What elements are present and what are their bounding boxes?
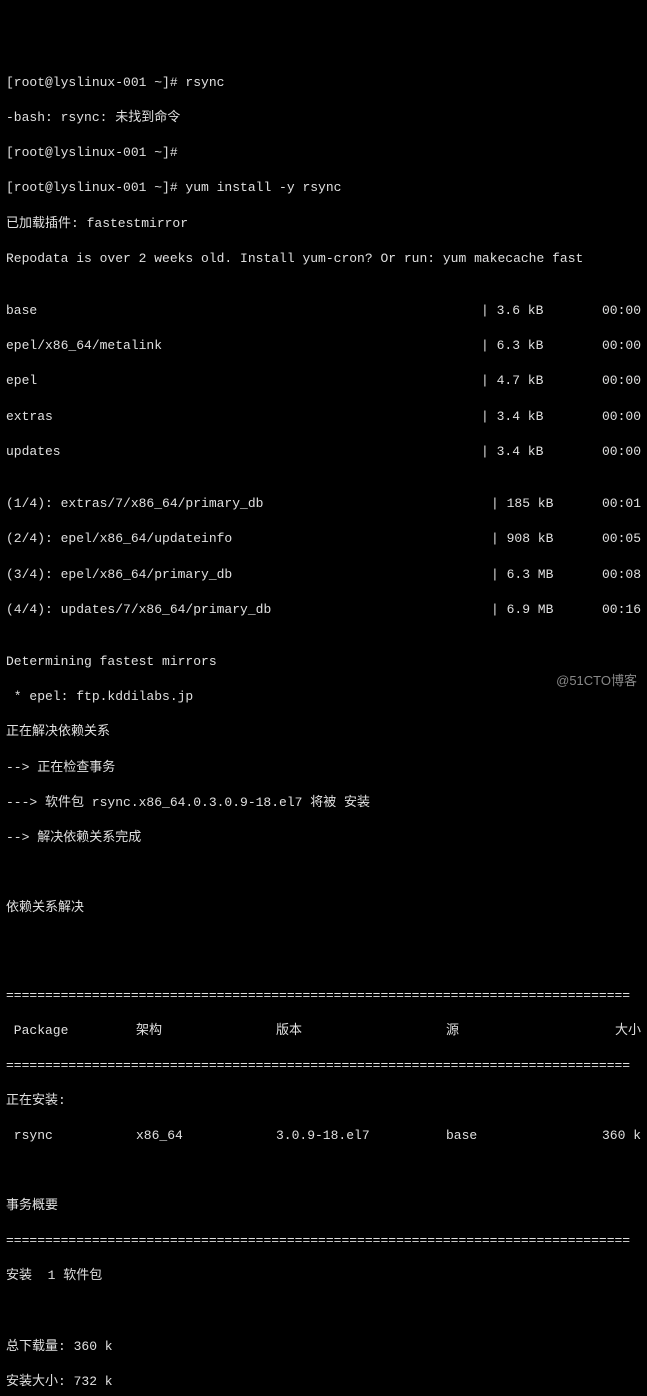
cell-arch: x86_64 <box>136 1127 276 1145</box>
download-row: (2/4): epel/x86_64/updateinfo| 908 kB00:… <box>6 530 641 548</box>
download-row: (1/4): extras/7/x86_64/primary_db| 185 k… <box>6 495 641 513</box>
repo-row: epel| 4.7 kB00:00 <box>6 372 641 390</box>
cell-repo: base <box>446 1127 596 1145</box>
dl-name: (1/4): extras/7/x86_64/primary_db <box>6 495 491 513</box>
hdr-version: 版本 <box>276 1022 446 1040</box>
repo-row: base| 3.6 kB00:00 <box>6 302 641 320</box>
blank <box>6 1302 641 1320</box>
rule: ========================================… <box>6 1057 641 1075</box>
table-row: rsync x86_64 3.0.9-18.el7 base 360 k <box>6 1127 641 1145</box>
install-size: 安装大小: 732 k <box>6 1373 641 1391</box>
repo-size: | 3.6 kB <box>481 302 581 320</box>
dep-package: ---> 软件包 rsync.x86_64.0.3.0.9-18.el7 将被 … <box>6 794 641 812</box>
watermark: @51CTO博客 <box>556 672 637 690</box>
dl-name: (2/4): epel/x86_64/updateinfo <box>6 530 491 548</box>
dl-name: (3/4): epel/x86_64/primary_db <box>6 566 491 584</box>
repodata-warning: Repodata is over 2 weeks old. Install yu… <box>6 250 641 268</box>
hdr-size: 大小 <box>596 1022 641 1040</box>
dl-size: | 908 kB <box>491 530 581 548</box>
repo-size: | 3.4 kB <box>481 443 581 461</box>
dl-size: | 6.3 MB <box>491 566 581 584</box>
repo-row: epel/x86_64/metalink| 6.3 kB00:00 <box>6 337 641 355</box>
blank <box>6 934 641 952</box>
download-row: (3/4): epel/x86_64/primary_db| 6.3 MB00:… <box>6 566 641 584</box>
shell-prompt-2: [root@lyslinux-001 ~]# <box>6 144 641 162</box>
blank <box>6 1162 641 1180</box>
repo-size: | 4.7 kB <box>481 372 581 390</box>
loaded-plugins: 已加载插件: fastestmirror <box>6 215 641 233</box>
repo-name: base <box>6 302 481 320</box>
dep-resolving: 正在解决依赖关系 <box>6 723 641 741</box>
dl-time: 00:01 <box>581 495 641 513</box>
bash-error: -bash: rsync: 未找到命令 <box>6 109 641 127</box>
hdr-package: Package <box>6 1022 136 1040</box>
repo-time: 00:00 <box>581 337 641 355</box>
repo-time: 00:00 <box>581 443 641 461</box>
dep-done: --> 解决依赖关系完成 <box>6 829 641 847</box>
download-row: (4/4): updates/7/x86_64/primary_db| 6.9 … <box>6 601 641 619</box>
repo-row: updates| 3.4 kB00:00 <box>6 443 641 461</box>
repo-name: updates <box>6 443 481 461</box>
dep-check: --> 正在检查事务 <box>6 759 641 777</box>
rule: ========================================… <box>6 987 641 1005</box>
summary-header: 事务概要 <box>6 1197 641 1215</box>
repo-row: extras| 3.4 kB00:00 <box>6 408 641 426</box>
dl-size: | 6.9 MB <box>491 601 581 619</box>
dl-name: (4/4): updates/7/x86_64/primary_db <box>6 601 491 619</box>
repo-name: epel/x86_64/metalink <box>6 337 481 355</box>
dl-time: 00:08 <box>581 566 641 584</box>
dl-time: 00:16 <box>581 601 641 619</box>
repo-time: 00:00 <box>581 372 641 390</box>
install-count: 安装 1 软件包 <box>6 1267 641 1285</box>
blank <box>6 864 641 882</box>
total-download: 总下载量: 360 k <box>6 1338 641 1356</box>
dep-resolved-header: 依赖关系解决 <box>6 899 641 917</box>
repo-time: 00:00 <box>581 302 641 320</box>
repo-size: | 3.4 kB <box>481 408 581 426</box>
determining-mirrors: Determining fastest mirrors <box>6 653 641 671</box>
repo-name: extras <box>6 408 481 426</box>
shell-prompt-1: [root@lyslinux-001 ~]# rsync <box>6 74 641 92</box>
cell-version: 3.0.9-18.el7 <box>276 1127 446 1145</box>
dl-time: 00:05 <box>581 530 641 548</box>
rule: ========================================… <box>6 1232 641 1250</box>
repo-name: epel <box>6 372 481 390</box>
cell-size: 360 k <box>596 1127 641 1145</box>
installing-header: 正在安装: <box>6 1092 641 1110</box>
epel-mirror: * epel: ftp.kddilabs.jp <box>6 688 641 706</box>
hdr-repo: 源 <box>446 1022 596 1040</box>
dl-size: | 185 kB <box>491 495 581 513</box>
table-header: Package 架构 版本 源 大小 <box>6 1022 641 1040</box>
repo-time: 00:00 <box>581 408 641 426</box>
cell-package: rsync <box>6 1127 136 1145</box>
hdr-arch: 架构 <box>136 1022 276 1040</box>
repo-size: | 6.3 kB <box>481 337 581 355</box>
shell-prompt-3: [root@lyslinux-001 ~]# yum install -y rs… <box>6 179 641 197</box>
